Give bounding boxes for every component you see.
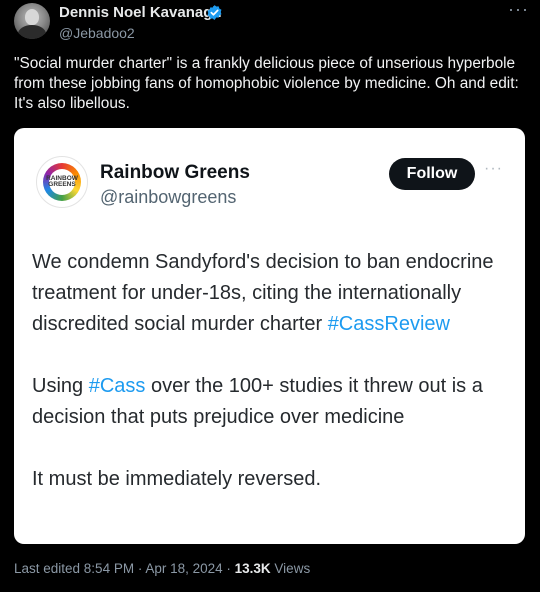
edited-timestamp[interactable]: Last edited 8:54 PM · Apr 18, 2024 · [14, 561, 235, 576]
quoted-paragraph-2: Using #Cass over the 100+ studies it thr… [32, 371, 510, 433]
views-label: Views [270, 561, 311, 576]
quoted-tweet-text: We condemn Sandyford's decision to ban e… [32, 247, 510, 526]
hashtag-cassreview-link[interactable]: #CassReview [328, 313, 450, 335]
more-options-icon[interactable]: ··· [508, 0, 529, 18]
logo-text: RAINBOW GREENS [37, 175, 87, 188]
hashtag-cass-link[interactable]: #Cass [89, 375, 146, 397]
paragraph-2-text-start: Using [32, 375, 89, 397]
quoted-author-name[interactable]: Rainbow Greens [100, 162, 250, 184]
tweet-meta: Last edited 8:54 PM · Apr 18, 2024 · 13.… [14, 561, 310, 576]
quoted-tweet-card[interactable]: RAINBOW GREENS Rainbow Greens @rainbowgr… [14, 128, 525, 544]
tweet-text: "Social murder charter" is a frankly del… [14, 55, 519, 112]
avatar-face [25, 9, 39, 25]
verified-badge-icon [207, 5, 222, 20]
quoted-paragraph-3: It must be immediately reversed. [32, 468, 321, 490]
follow-button[interactable]: Follow [389, 158, 475, 190]
avatar-shoulders [18, 25, 46, 39]
quoted-author-handle[interactable]: @rainbowgreens [100, 187, 236, 208]
quoted-more-options-icon[interactable]: ··· [484, 160, 503, 178]
logo-text-line-2: GREENS [48, 181, 76, 188]
author-handle[interactable]: @Jebadoo2 [59, 25, 135, 41]
tweet: Dennis Noel Kavanagh @Jebadoo2 ··· "Soci… [0, 0, 540, 592]
views-count: 13.3K [234, 561, 271, 576]
rainbow-greens-logo[interactable]: RAINBOW GREENS [36, 156, 88, 208]
author-name[interactable]: Dennis Noel Kavanagh [59, 4, 222, 21]
quoted-paragraph-1: We condemn Sandyford's decision to ban e… [32, 247, 510, 340]
author-avatar[interactable] [14, 3, 50, 39]
